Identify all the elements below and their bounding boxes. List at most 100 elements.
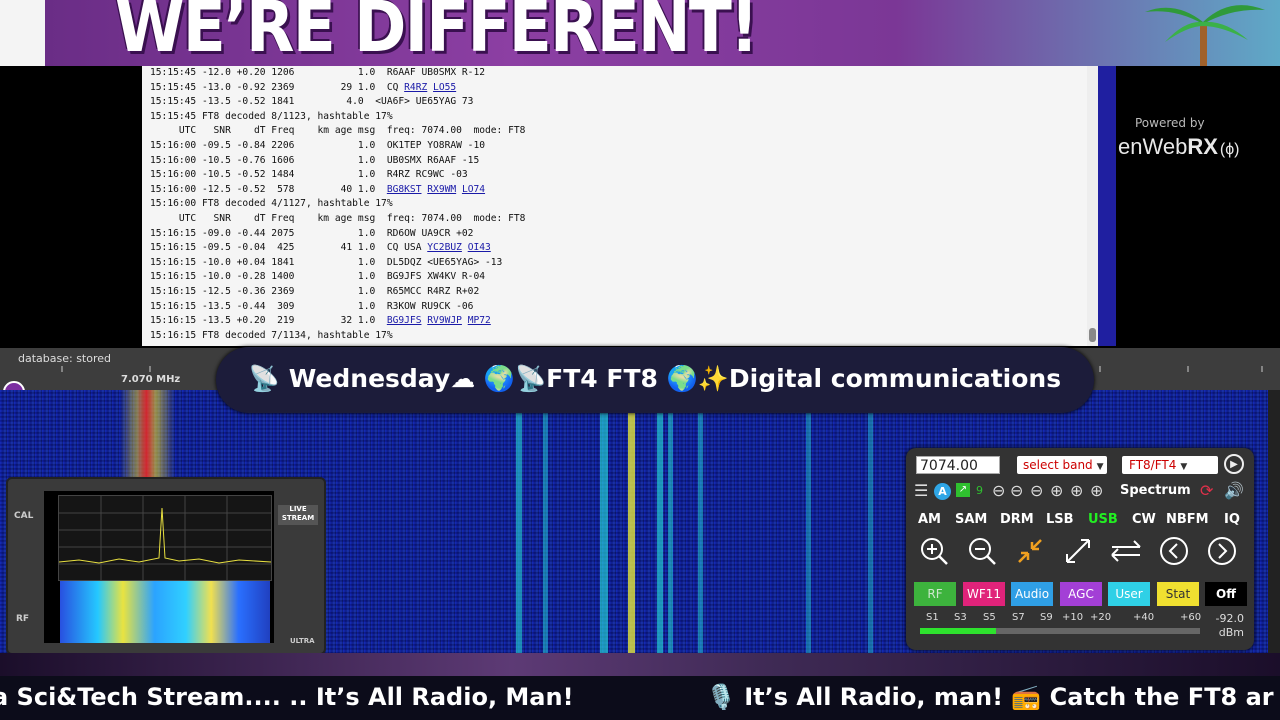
logo-bold: RX <box>1187 134 1218 159</box>
stream-banner: WE’RE DIFFERENT! <box>0 0 1280 66</box>
panel-divider <box>1098 66 1116 346</box>
mode-sam-button[interactable]: SAM <box>955 510 987 530</box>
log-text: 15:16:00 -09.5 -0.84 2206 1.0 OK1TEP YO8… <box>150 139 486 151</box>
powered-by-label: Powered by <box>1135 116 1205 130</box>
log-line: UTC SNR dT Freq km age msg freq: 7074.00… <box>150 212 1098 227</box>
wf-tab[interactable]: WF11 <box>963 582 1005 606</box>
waterfall-signal <box>516 390 522 653</box>
collapse-icon[interactable] <box>1012 536 1048 572</box>
device-trace-graphic <box>58 496 272 580</box>
mode-cw-button[interactable]: CW <box>1132 510 1156 530</box>
view-controls <box>916 536 1250 576</box>
band-select-value: select band <box>1023 458 1093 472</box>
audio-tab[interactable]: Audio <box>1011 582 1053 606</box>
panel-toolbar: ☰ A ↗ 9 ⊖ ⊖ ⊖ ⊕ ⊕ ⊕ Spectrum ⟳ 🔊 <box>914 480 1248 502</box>
s-meter-tick-label: S1 <box>926 612 939 623</box>
callsign-link[interactable]: LO55 <box>433 82 456 93</box>
log-line: 15:15:45 -13.5 -0.52 1841 4.0 <UA6F> UE6… <box>150 95 1098 110</box>
log-line: 15:16:00 -10.5 -0.52 1484 1.0 R4RZ RC9WC… <box>150 168 1098 183</box>
spectrum-button[interactable]: Spectrum <box>1120 480 1191 502</box>
callsign-link[interactable]: BG8KST <box>387 184 422 195</box>
log-line: 15:15:45 -12.0 +0.20 1206 1.0 R6AAF UB0S… <box>150 66 1098 81</box>
palm-tree-icon <box>1145 5 1265 66</box>
zoom-in-max-icon[interactable]: ⊕ <box>1090 480 1103 502</box>
speaker-icon[interactable]: 🔊 <box>1224 480 1244 502</box>
mode-lsb-button[interactable]: LSB <box>1046 510 1074 530</box>
squelch-icon[interactable]: ↗ <box>956 483 970 497</box>
band-select[interactable]: select band ▼ <box>1017 456 1107 474</box>
chevron-left-icon[interactable] <box>1156 536 1192 572</box>
panel-tabs: RF WF11 Audio AGC User Stat Off <box>914 582 1250 606</box>
s-meter-scale: S1 S3 S5 S7 S9 +10 +20 +40 +60 <box>916 612 1246 626</box>
s-meter-value: -92.0 <box>1215 612 1244 625</box>
device-cal-label: CAL <box>14 511 34 521</box>
mode-iq-button[interactable]: IQ <box>1224 510 1240 530</box>
log-line: 15:16:00 -09.5 -0.84 2206 1.0 OK1TEP YO8… <box>150 139 1098 154</box>
log-line: 15:15:45 -13.0 -0.92 2369 29 1.0 CQ R4RZ… <box>150 81 1098 96</box>
log-text: 15:15:45 -12.0 +0.20 1206 1.0 R6AAF UB0S… <box>150 67 486 78</box>
minus-icon[interactable]: ⊖ <box>1030 480 1043 502</box>
plus-icon[interactable]: ⊕ <box>1050 480 1063 502</box>
zoom-in-icon[interactable]: ⊕ <box>1070 480 1083 502</box>
log-line: 15:16:00 -10.5 -0.76 1606 1.0 UB0SMX R6A… <box>150 154 1098 169</box>
mode-drm-button[interactable]: DRM <box>1000 510 1034 530</box>
s-meter-tick-label: S3 <box>954 612 967 623</box>
waterfall-signal <box>628 390 635 653</box>
spectrum-analyzer-device: CAL RF LIVE STREAM ULTRA <box>6 477 326 655</box>
device-ultra-label: ULTRA <box>290 637 315 645</box>
callsign-link[interactable]: RX9WM <box>427 184 456 195</box>
zoom-out-max-icon[interactable]: ⊖ <box>992 480 1005 502</box>
receiver-control-panel: 7074.00 select band ▼ FT8/FT4 ▼ ▶ ☰ A ↗ 9 … <box>906 448 1254 650</box>
s-meter-tick-label: +20 <box>1090 612 1112 623</box>
user-tab[interactable]: User <box>1108 582 1150 606</box>
callsign-link[interactable]: RV9WJP <box>427 315 462 326</box>
logo-prefix: enWeb <box>1118 134 1188 159</box>
mode-usb-button[interactable]: USB <box>1088 510 1118 530</box>
s-meter: S1 S3 S5 S7 S9 +10 +20 +40 +60 -92.0 dBm <box>916 612 1246 646</box>
log-text: 15:16:15 -10.0 +0.04 1841 1.0 DL5DQZ <UE… <box>150 256 503 268</box>
s-meter-tick-label: +60 <box>1180 612 1202 623</box>
log-line: 15:16:15 -10.0 -0.28 1400 1.0 BG9JFS XW4… <box>150 270 1098 285</box>
antenna-icon: (ϕ) <box>1219 141 1240 158</box>
auto-icon[interactable]: A <box>934 483 951 500</box>
lower-background <box>0 653 1280 676</box>
ticker-text-left: a Sci&Tech Stream.... .. It’s All Radio,… <box>0 683 574 711</box>
ft8-decode-log: 15:15:45 -12.0 +0.20 1206 1.0 R6AAF UB0S… <box>142 66 1098 346</box>
callsign-link[interactable]: MP72 <box>468 315 491 326</box>
ticker-text-right: 🎙️ It’s All Radio, man! 📻 Catch the FT8 … <box>706 683 1274 711</box>
swap-icon[interactable] <box>1108 536 1144 572</box>
frequency-input[interactable]: 7074.00 <box>916 456 1000 474</box>
expand-icon[interactable] <box>1060 536 1096 572</box>
device-rf-label: RF <box>16 614 30 624</box>
squelch-level-icon[interactable]: 9 <box>976 480 983 502</box>
rf-tab[interactable]: RF <box>914 582 956 606</box>
menu-icon[interactable]: ☰ <box>914 480 928 502</box>
play-icon[interactable]: ▶ <box>1224 454 1244 474</box>
log-line: 15:16:15 -12.5 -0.36 2369 1.0 R65MCC R4R… <box>150 285 1098 300</box>
zoom-out-icon[interactable] <box>964 536 1000 572</box>
mode-am-button[interactable]: AM <box>918 510 941 530</box>
s-meter-tick-label: +40 <box>1133 612 1155 623</box>
log-text: 15:16:15 -13.5 -0.44 309 1.0 R3KOW RU9CK… <box>150 300 474 312</box>
waterfall-scrollbar[interactable] <box>1268 390 1280 653</box>
zoom-out-icon[interactable]: ⊖ <box>1010 480 1023 502</box>
mode-nbfm-button[interactable]: NBFM <box>1166 510 1209 530</box>
decoder-mode-select[interactable]: FT8/FT4 ▼ <box>1122 456 1218 474</box>
callsign-link[interactable]: OI43 <box>468 242 491 253</box>
log-scrollbar-thumb[interactable] <box>1089 328 1096 342</box>
refresh-icon[interactable]: ⟳ <box>1200 480 1213 502</box>
waterfall-signal <box>806 390 811 653</box>
agc-tab[interactable]: AGC <box>1060 582 1102 606</box>
callsign-link[interactable]: YC2BUZ <box>427 242 462 253</box>
callsign-link[interactable]: LO74 <box>462 184 485 195</box>
zoom-in-icon[interactable] <box>916 536 952 572</box>
demodulator-modes: AM SAM DRM LSB USB CW NBFM IQ <box>914 510 1248 530</box>
log-line: 15:16:00 -12.5 -0.52 578 40 1.0 BG8KST R… <box>150 183 1098 198</box>
off-tab[interactable]: Off <box>1205 582 1247 606</box>
log-scrollbar[interactable] <box>1087 66 1098 346</box>
waterfall-signal <box>543 390 548 653</box>
callsign-link[interactable]: BG9JFS <box>387 315 422 326</box>
stat-tab[interactable]: Stat <box>1157 582 1199 606</box>
callsign-link[interactable]: R4RZ <box>404 82 427 93</box>
chevron-right-icon[interactable] <box>1204 536 1240 572</box>
